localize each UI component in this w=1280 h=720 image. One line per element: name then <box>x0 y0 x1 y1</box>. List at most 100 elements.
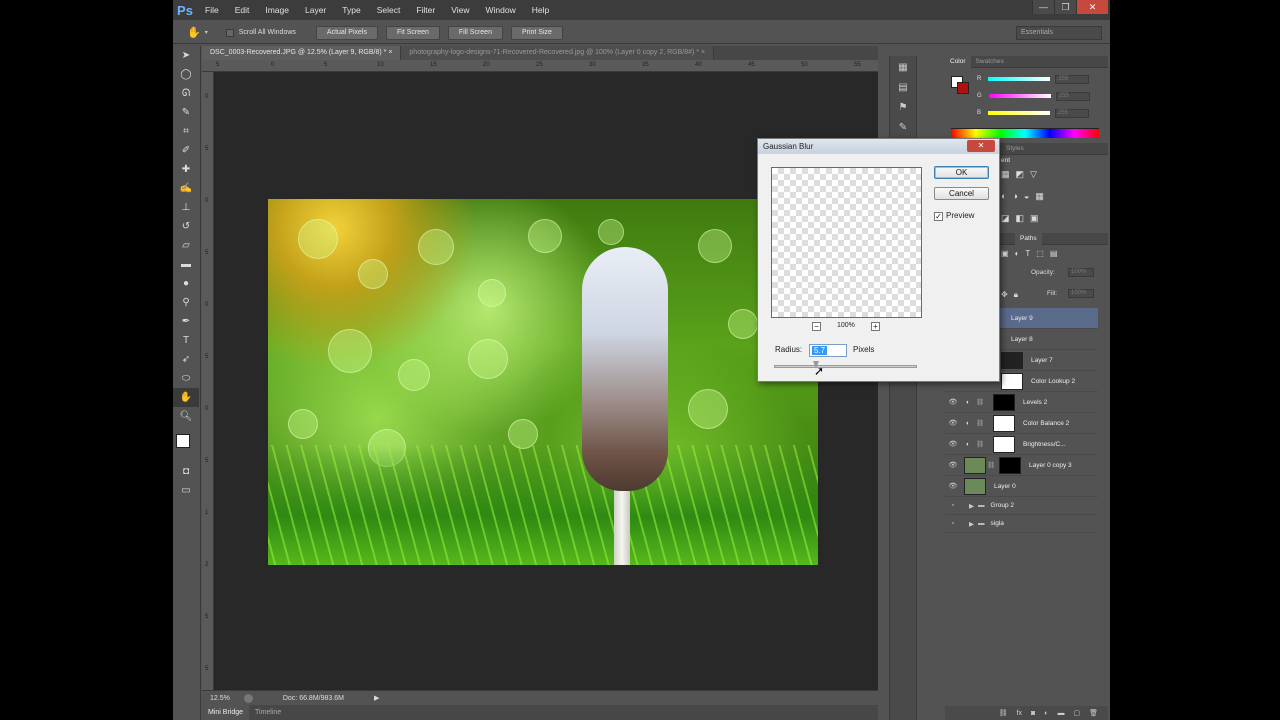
layer-name[interactable]: Layer 8 <box>1011 336 1033 343</box>
history-icon[interactable]: ⚑ <box>891 98 915 116</box>
tab-styles[interactable]: Styles <box>1001 143 1029 155</box>
tab-timeline[interactable]: Timeline <box>249 705 287 720</box>
zoom-in-button[interactable]: + <box>871 322 880 331</box>
histogram-icon[interactable]: ▦ <box>891 58 915 76</box>
filter-pixel-icon[interactable]: ▣ <box>1001 249 1009 258</box>
layer-name[interactable]: Group 2 <box>991 502 1015 509</box>
filter-type-icon[interactable]: T <box>1025 249 1030 258</box>
eyedropper-icon[interactable]: ✐ <box>173 141 199 160</box>
green-value[interactable]: 255 <box>1055 91 1090 101</box>
opacity-field[interactable]: 100% <box>1068 268 1094 277</box>
menu-view[interactable]: View <box>443 0 477 20</box>
new-group-icon[interactable]: ▬ <box>1057 710 1064 717</box>
scroll-all-windows-checkbox[interactable] <box>225 28 234 37</box>
background-color-swatch[interactable] <box>957 82 969 94</box>
menu-layer[interactable]: Layer <box>297 0 334 20</box>
marquee-icon[interactable]: ◯ <box>173 65 199 84</box>
horizontal-ruler[interactable]: 5 0 5 10 15 20 25 30 35 40 45 50 55 <box>202 60 878 72</box>
expand-icon[interactable]: ▶ <box>969 502 974 510</box>
hand-tool-icon[interactable]: ✋ <box>187 26 201 39</box>
eye-icon[interactable]: 👁︎ <box>945 482 961 490</box>
ellipse-icon[interactable]: ⬭ <box>173 369 199 388</box>
lock-position-icon[interactable]: ✥ <box>1001 290 1008 300</box>
healing-icon[interactable]: ✚ <box>173 160 199 179</box>
tab-mini-bridge[interactable]: Mini Bridge <box>202 705 250 720</box>
menu-help[interactable]: Help <box>524 0 557 20</box>
layer-name[interactable]: Color Lookup 2 <box>1031 378 1075 385</box>
blur-icon[interactable]: ● <box>173 274 199 293</box>
dodge-icon[interactable]: ⚲ <box>173 293 199 312</box>
dialog-close-button[interactable]: ✕ <box>967 140 995 152</box>
eye-icon[interactable]: 👁︎ <box>945 440 961 448</box>
menu-type[interactable]: Type <box>334 0 368 20</box>
zoom-level[interactable]: 12.5% <box>210 695 230 702</box>
zoom-out-button[interactable]: − <box>812 322 821 331</box>
preview-checkbox[interactable]: ✓ <box>934 212 943 221</box>
layer-row[interactable]: ▫ ▶ ▬ Group 2 <box>945 497 1098 515</box>
blur-preview[interactable] <box>771 167 922 318</box>
layer-name[interactable]: Layer 0 copy 3 <box>1029 462 1072 469</box>
lasso-icon[interactable]: ᘏ <box>173 84 199 103</box>
eraser-icon[interactable]: ▱ <box>173 236 199 255</box>
curves-icon[interactable]: ▦ <box>1001 169 1010 180</box>
selective-color-icon[interactable]: ▣ <box>1030 213 1039 224</box>
eye-icon[interactable]: 👁︎ <box>945 461 961 469</box>
mushroom-photo[interactable] <box>268 199 818 565</box>
tab-paths[interactable]: Paths <box>1015 232 1042 245</box>
layer-row[interactable]: 👁︎ ◐ ⛓ Levels 2 <box>945 392 1098 413</box>
info-icon[interactable]: ▤ <box>891 78 915 96</box>
layer-name[interactable]: sigla <box>991 520 1004 527</box>
color-spectrum[interactable] <box>951 128 1099 138</box>
layer-row[interactable]: ▫ ▶ ▬ sigla <box>945 515 1098 533</box>
layer-style-icon[interactable]: fx <box>1017 710 1022 717</box>
layer-row[interactable]: 👁︎ ◐ ⛓ Brightness/C... <box>945 434 1098 455</box>
layer-row[interactable]: 👁︎ Layer 0 <box>945 476 1098 497</box>
eye-icon[interactable]: 👁︎ <box>945 398 961 406</box>
layer-name[interactable]: Layer 7 <box>1031 357 1053 364</box>
exposure-icon[interactable]: ◩ <box>1016 169 1025 180</box>
menu-edit[interactable]: Edit <box>227 0 258 20</box>
layer-name[interactable]: Layer 9 <box>1011 315 1033 322</box>
minimize-button[interactable]: — <box>1032 0 1054 14</box>
fit-screen-button[interactable]: Fit Screen <box>385 25 440 40</box>
vibrance-icon[interactable]: ◐ <box>1001 191 1006 202</box>
channel-mixer-icon[interactable]: ▦ <box>1035 191 1044 202</box>
menu-select[interactable]: Select <box>369 0 409 20</box>
close-icon[interactable]: × <box>388 49 392 56</box>
visibility-toggle[interactable]: ▫ <box>945 520 961 527</box>
red-slider[interactable] <box>988 77 1051 81</box>
filter-shape-icon[interactable]: ⬚ <box>1036 249 1044 258</box>
type-icon[interactable]: T <box>173 331 199 350</box>
new-adjustment-icon[interactable]: ◐ <box>1044 710 1048 717</box>
eye-icon[interactable]: 👁︎ <box>945 419 961 427</box>
play-icon[interactable]: ▶ <box>374 694 379 702</box>
close-button[interactable]: ✕ <box>1076 0 1108 14</box>
layer-name[interactable]: Levels 2 <box>1023 399 1047 406</box>
history-brush-icon[interactable]: ↺ <box>173 217 199 236</box>
chevron-down-icon[interactable]: ▾ <box>205 29 208 36</box>
workspace-switcher[interactable]: Essentials <box>1016 26 1102 40</box>
gradient-icon[interactable]: ▬ <box>173 255 199 274</box>
color-balance-icon[interactable]: ◒ <box>1024 191 1029 202</box>
layer-name[interactable]: Layer 0 <box>994 483 1016 490</box>
blue-value[interactable]: 255 <box>1055 108 1090 118</box>
tab-swatches[interactable]: Swatches <box>971 56 1009 68</box>
zoom-icon[interactable]: 🔍︎ <box>173 407 199 426</box>
tab-color[interactable]: Color <box>945 55 971 68</box>
quick-mask-icon[interactable]: ◘ <box>173 462 199 481</box>
blue-slider[interactable] <box>988 111 1051 115</box>
vertical-ruler[interactable]: 0 5 0 5 0 5 0 5 1 2 5 5 <box>202 72 214 690</box>
filter-adjustment-icon[interactable]: ◐ <box>1015 249 1020 258</box>
layer-row[interactable]: 👁︎ ⛓ Layer 0 copy 3 <box>945 455 1098 476</box>
invert-icon[interactable]: ◪ <box>1001 213 1010 224</box>
document-tab[interactable]: DSC_0003-Recovered.JPG @ 12.5% (Layer 9,… <box>202 46 402 60</box>
close-icon[interactable]: × <box>701 49 705 56</box>
hue-icon[interactable]: ◑ <box>1012 191 1017 202</box>
move-icon[interactable]: ➤ <box>173 46 199 65</box>
expand-icon[interactable]: ▶ <box>969 520 974 528</box>
pen-icon[interactable]: ✒ <box>173 312 199 331</box>
status-icon[interactable] <box>243 693 253 703</box>
fill-field[interactable]: 100% <box>1068 289 1094 298</box>
layer-row[interactable]: 👁︎ ◐ ⛓ Color Balance 2 <box>945 413 1098 434</box>
radius-slider-track[interactable] <box>774 365 917 368</box>
